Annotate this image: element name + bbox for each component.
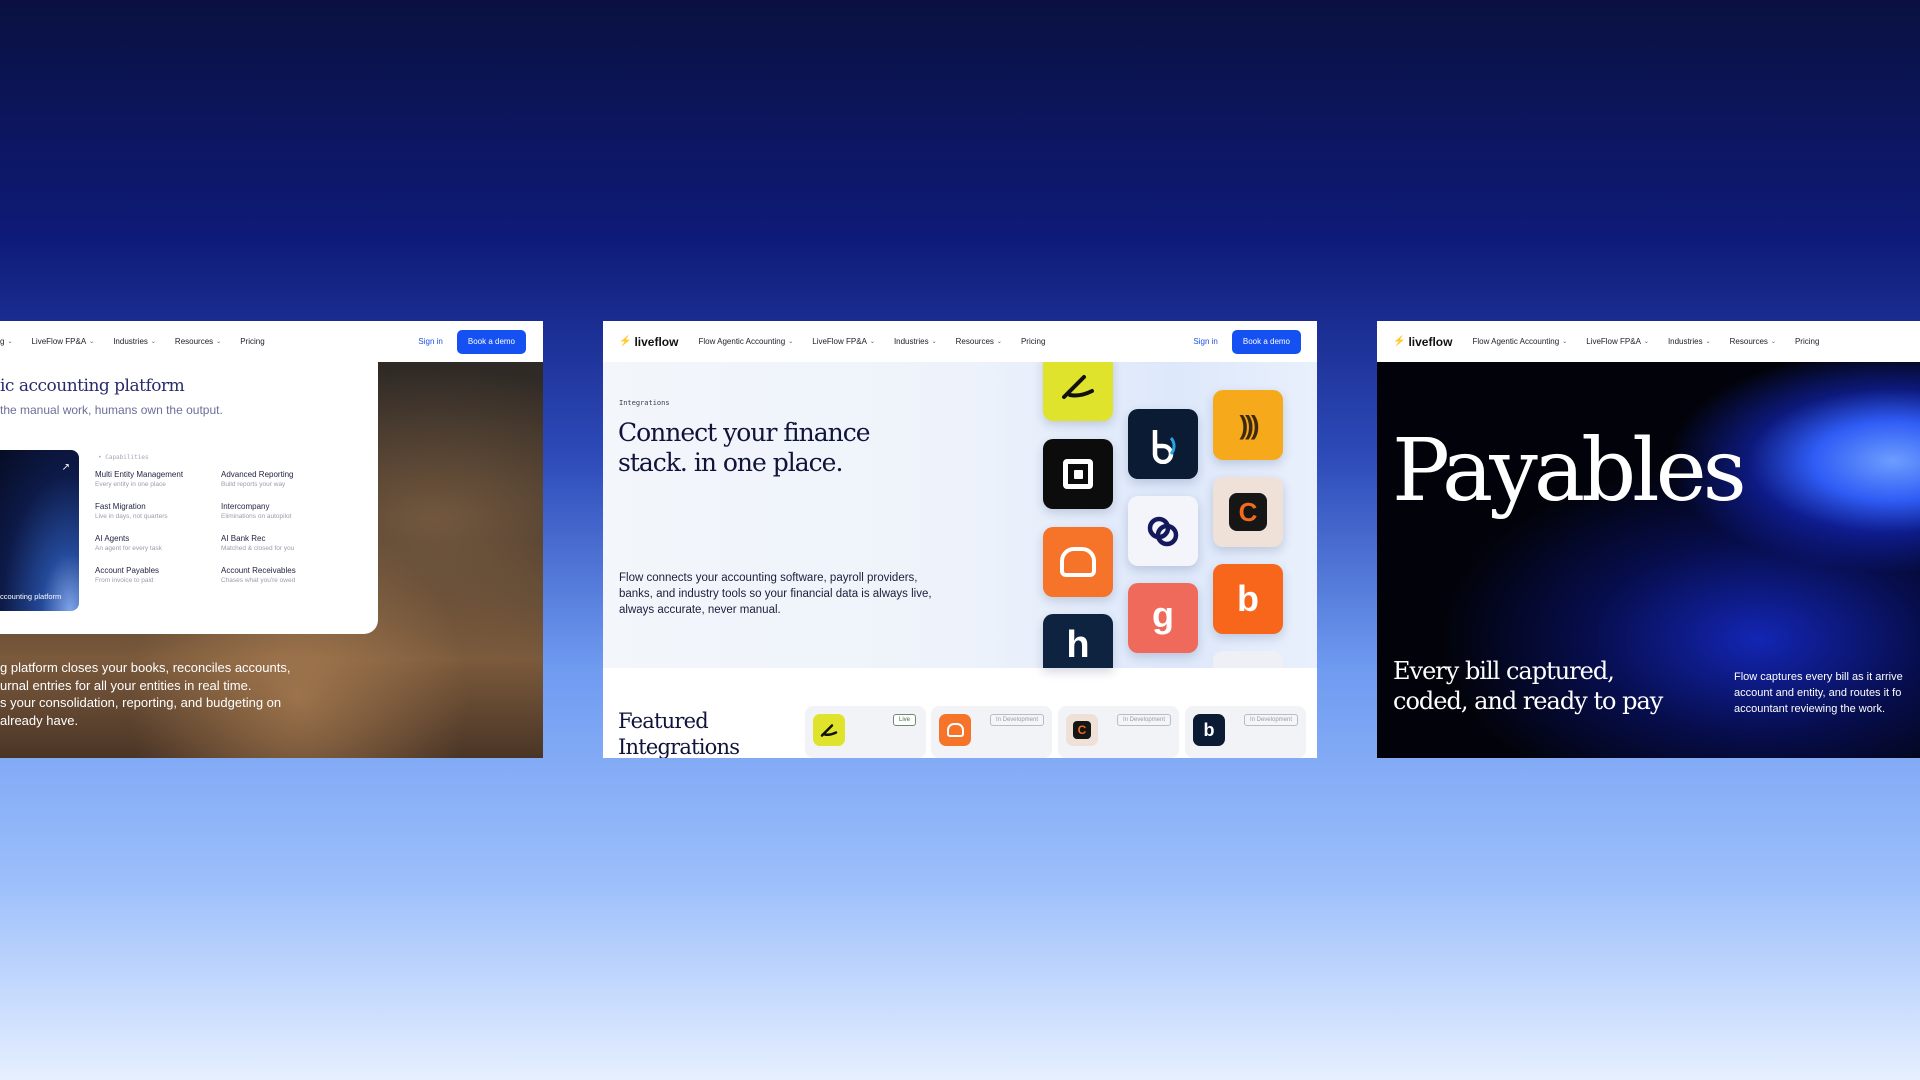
chevron-down-icon: ⌄ [788,339,794,345]
featured-card-3[interactable]: C In Development [1058,706,1179,758]
center-screenshot: ⚡ liveflow Flow Agentic Accounting ⌄ LiveF… [603,321,1317,758]
featured-card-4[interactable]: b In Development [1185,706,1306,758]
status-badge: In Development [1243,714,1298,726]
h-app-icon[interactable]: h [1043,614,1113,668]
chevron-down-icon: ⌄ [7,339,13,345]
capabilities-label: • Capabilities [98,454,149,461]
b-app-icon: b [1193,714,1225,746]
nav-item-industries[interactable]: Industries ⌄ [113,337,156,346]
capability-advanced-reporting[interactable]: Advanced Reporting Build reports your way [221,470,331,488]
capabilities-grid: Multi Entity Management Every entity in o… [95,470,331,584]
chevron-down-icon: ⌄ [89,339,95,345]
status-badge: In Development [989,714,1044,726]
center-navbar: ⚡ liveflow Flow Agentic Accounting ⌄ LiveF… [603,321,1317,362]
nav-item-fpa[interactable]: LiveFlow FP&A ⌄ [812,337,875,346]
capability-account-payables[interactable]: Account Payables From invoice to paid [95,566,221,584]
hero-description: Flow connects your accounting software, … [619,572,932,616]
nav-item-pricing[interactable]: Pricing [240,337,264,346]
chevron-down-icon: ⌄ [996,339,1002,345]
arrow-up-right-icon: ↗ [61,462,70,473]
g-app-icon[interactable]: g [1128,583,1198,653]
status-badge: Live [892,714,916,726]
left-screenshot: g ⌄ LiveFlow FP&A ⌄ Industries ⌄ Resources ⌄… [0,321,543,758]
capability-intercompany[interactable]: Intercompany Eliminations on autopilot [221,502,331,520]
nav-item-agentic[interactable]: Flow Agentic Accounting ⌄ [698,337,793,346]
promo-caption: ccounting platform [0,592,62,601]
capability-ai-bank-rec[interactable]: AI Bank Rec Matched & closed for you [221,534,331,552]
nav-item-pricing[interactable]: Pricing [1795,337,1819,346]
sign-in-link[interactable]: Sign in [1193,337,1217,346]
rings-app-icon[interactable] [1128,496,1198,566]
chevron-down-icon: ⌄ [216,339,222,345]
nav-item-pricing[interactable]: Pricing [1021,337,1045,346]
chevron-down-icon: ⌄ [1562,339,1568,345]
stripes-app-icon[interactable]: ))) [1213,390,1283,460]
right-navbar: ⚡ liveflow Flow Agentic Accounting ⌄ LiveF… [1377,321,1920,362]
nav-item-resources[interactable]: Resources ⌄ [956,337,1002,346]
chevron-down-icon: ⌄ [150,339,156,345]
chevron-down-icon: ⌄ [869,339,875,345]
dropdown-subheading: the manual work, humans own the output. [0,403,223,417]
c-orange-app-icon[interactable]: C [1213,477,1283,547]
nav-item-industries[interactable]: Industries ⌄ [894,337,937,346]
page-title: Connect your finance stack. in one place… [618,418,870,477]
capability-ai-agents[interactable]: AI Agents An agent for every task [95,534,221,552]
chevron-down-icon: ⌄ [1705,339,1711,345]
book-demo-button[interactable]: Book a demo [456,329,526,354]
b-orange-app-icon[interactable]: b [1213,564,1283,634]
nav-item-resources[interactable]: Resources ⌄ [1730,337,1776,346]
featured-card-1[interactable]: Live [805,706,926,758]
status-badge: In Development [1116,714,1171,726]
chevron-down-icon: ⌄ [1770,339,1776,345]
right-screenshot: ⚡ liveflow Flow Agentic Accounting ⌄ LiveF… [1377,321,1920,758]
nav-item-fpa[interactable]: LiveFlow FP&A ⌄ [1586,337,1649,346]
featured-card-2[interactable]: In Development [931,706,1052,758]
chevron-down-icon: ⌄ [1643,339,1649,345]
book-demo-button[interactable]: Book a demo [1231,329,1301,354]
nav-item-resources[interactable]: Resources ⌄ [175,337,221,346]
capability-multi-entity[interactable]: Multi Entity Management Every entity in o… [95,470,221,488]
tagline: Every bill captured, coded, and ready to… [1393,657,1663,715]
liveflow-logo[interactable]: ⚡ liveflow [619,335,678,349]
toast-app-icon [939,714,971,746]
promo-card[interactable]: ↗ ccounting platform [0,450,79,611]
liveflow-logo[interactable]: ⚡ liveflow [1393,335,1452,349]
chevron-down-icon: ⌄ [931,339,937,345]
bolt-icon: ⚡ [1393,336,1406,347]
c-app-icon: C [1066,714,1098,746]
nav-item-agentic[interactable]: Flow Agentic Accounting ⌄ [1472,337,1567,346]
bolt-icon: ⚡ [619,336,632,347]
b-blue-app-icon[interactable] [1128,409,1198,479]
capability-fast-migration[interactable]: Fast Migration Live in days, not quarters [95,502,221,520]
capability-account-receivables[interactable]: Account Receivables Chases what you're ow… [221,566,331,584]
payables-description: Flow captures every bill as it arrive ac… [1734,671,1903,715]
nav-item-industries[interactable]: Industries ⌄ [1668,337,1711,346]
integrations-hero [603,362,1317,668]
left-navbar: g ⌄ LiveFlow FP&A ⌄ Industries ⌄ Resources ⌄… [0,321,543,362]
toast-app-icon[interactable] [1043,527,1113,597]
partial-app-icon[interactable] [1213,651,1283,668]
page-background: { "left_shot": { "nav": { "items": ["g",… [0,0,1920,1080]
swoosh-app-icon [813,714,845,746]
eyebrow-label: Integrations [619,399,670,407]
nav-item-truncated[interactable]: g ⌄ [0,337,12,346]
left-body-text: g platform closes your books, reconciles… [0,660,291,728]
nav-item-fpa[interactable]: LiveFlow FP&A ⌄ [31,337,94,346]
dropdown-heading: ic accounting platform [0,376,185,396]
featured-heading: Featured Integrations [618,709,740,758]
sign-in-link[interactable]: Sign in [418,337,442,346]
page-title: Payables [1392,421,1747,521]
square-app-icon[interactable] [1043,439,1113,509]
